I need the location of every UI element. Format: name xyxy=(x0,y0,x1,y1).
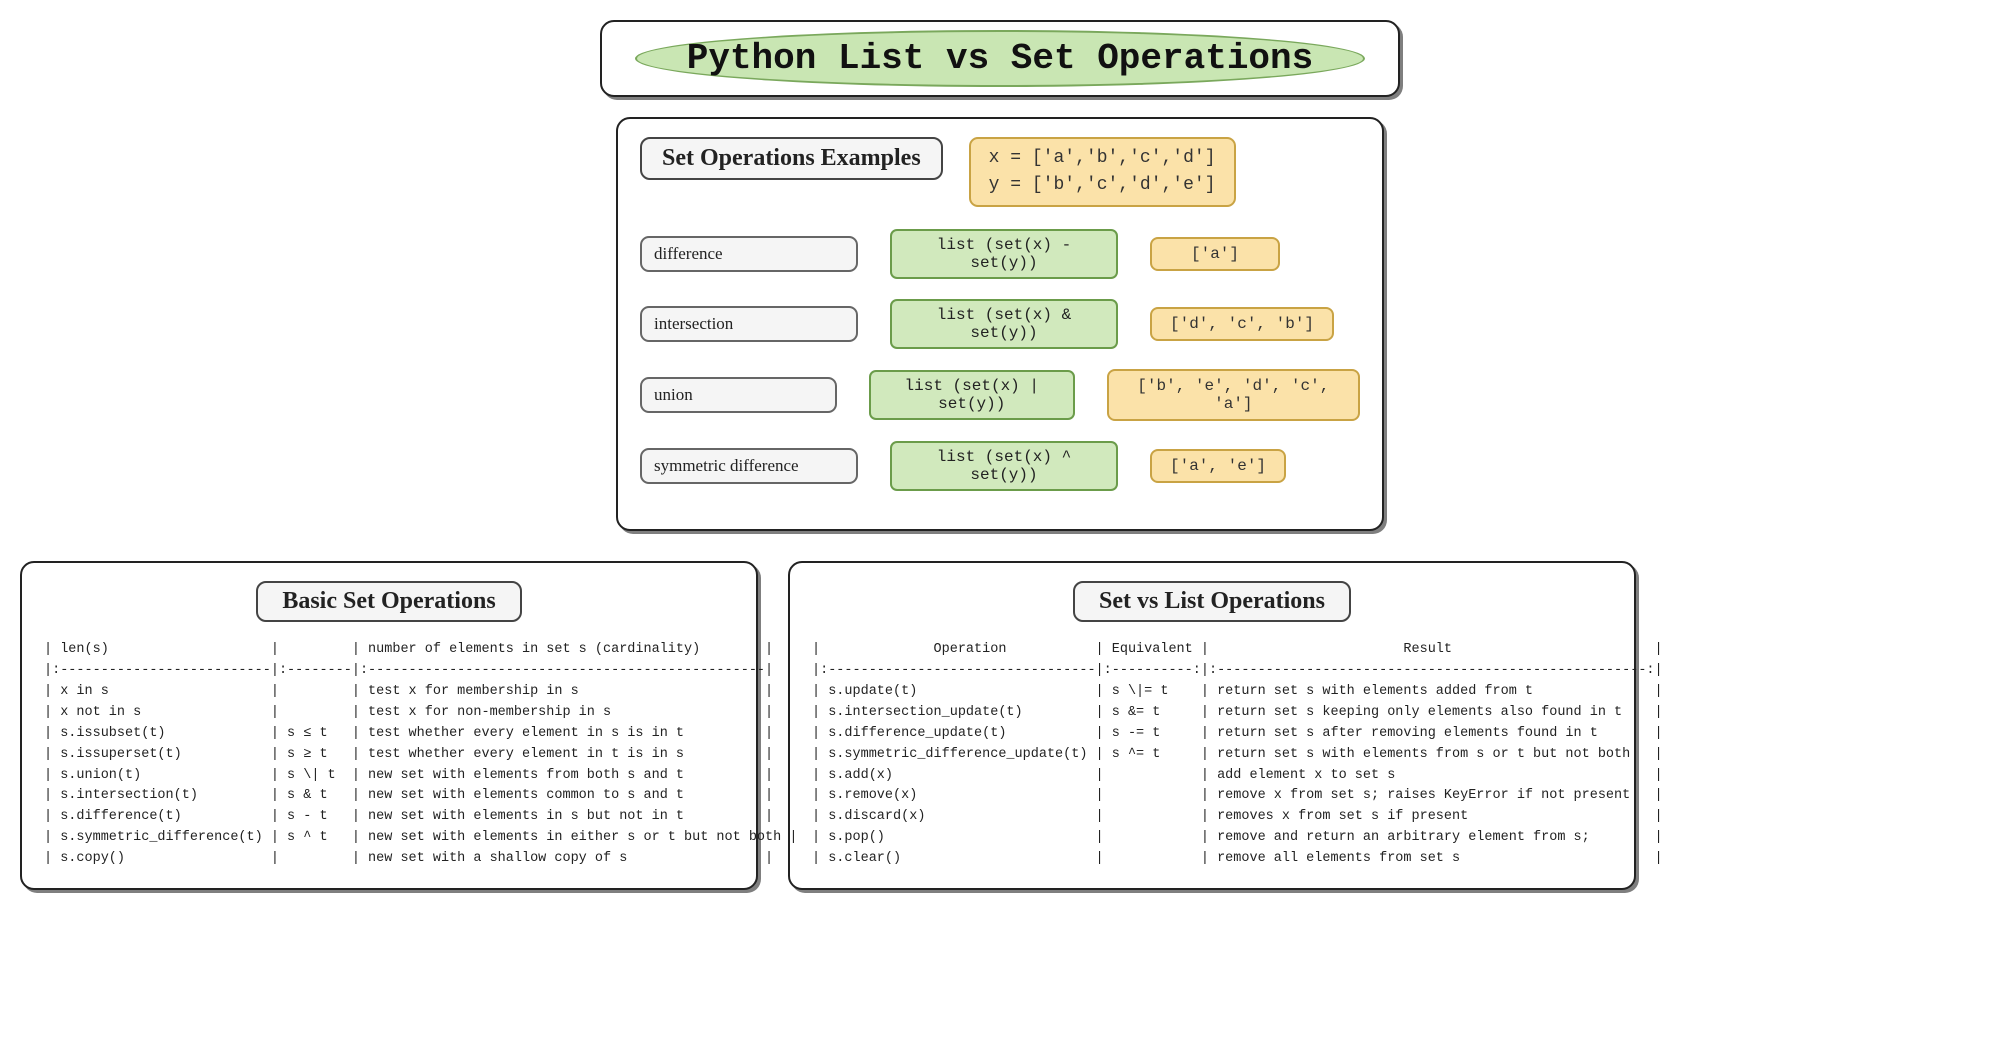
title-ellipse: Python List vs Set Operations xyxy=(635,30,1366,87)
example-row-symmetric-difference: symmetric difference list (set(x) ^ set(… xyxy=(640,441,1360,491)
op-result: ['a', 'e'] xyxy=(1150,449,1286,483)
basic-ops-panel: Basic Set Operations | len(s) | | number… xyxy=(20,561,758,890)
examples-panel: Set Operations Examples x = ['a','b','c'… xyxy=(616,117,1384,531)
basic-ops-heading: Basic Set Operations xyxy=(256,581,521,622)
op-label: difference xyxy=(640,236,858,272)
op-code: list (set(x) ^ set(y)) xyxy=(890,441,1118,491)
variable-definitions: x = ['a','b','c','d'] y = ['b','c','d','… xyxy=(969,137,1236,207)
op-label: union xyxy=(640,377,837,413)
op-result: ['a'] xyxy=(1150,237,1280,271)
op-code: list (set(x) - set(y)) xyxy=(890,229,1118,279)
op-result: ['b', 'e', 'd', 'c', 'a'] xyxy=(1107,369,1360,421)
example-row-intersection: intersection list (set(x) & set(y)) ['d'… xyxy=(640,299,1360,349)
set-vs-list-heading: Set vs List Operations xyxy=(1073,581,1351,622)
examples-header-row: Set Operations Examples x = ['a','b','c'… xyxy=(640,137,1360,207)
title-panel: Python List vs Set Operations xyxy=(600,20,1400,97)
def-y: y = ['b','c','d','e'] xyxy=(989,172,1216,199)
op-label: intersection xyxy=(640,306,858,342)
set-vs-list-panel: Set vs List Operations | Operation | Equ… xyxy=(788,561,1636,890)
op-result: ['d', 'c', 'b'] xyxy=(1150,307,1334,341)
def-x: x = ['a','b','c','d'] xyxy=(989,145,1216,172)
op-code: list (set(x) & set(y)) xyxy=(890,299,1118,349)
examples-heading: Set Operations Examples xyxy=(640,137,943,180)
example-row-difference: difference list (set(x) - set(y)) ['a'] xyxy=(640,229,1360,279)
bottom-row: Basic Set Operations | len(s) | | number… xyxy=(20,561,1980,890)
example-row-union: union list (set(x) | set(y)) ['b', 'e', … xyxy=(640,369,1360,421)
page-title: Python List vs Set Operations xyxy=(687,38,1314,79)
basic-ops-table: | len(s) | | number of elements in set s… xyxy=(44,640,734,870)
op-label: symmetric difference xyxy=(640,448,858,484)
set-vs-list-table: | Operation | Equivalent | Result | |:--… xyxy=(812,640,1612,870)
op-code: list (set(x) | set(y)) xyxy=(869,370,1075,420)
